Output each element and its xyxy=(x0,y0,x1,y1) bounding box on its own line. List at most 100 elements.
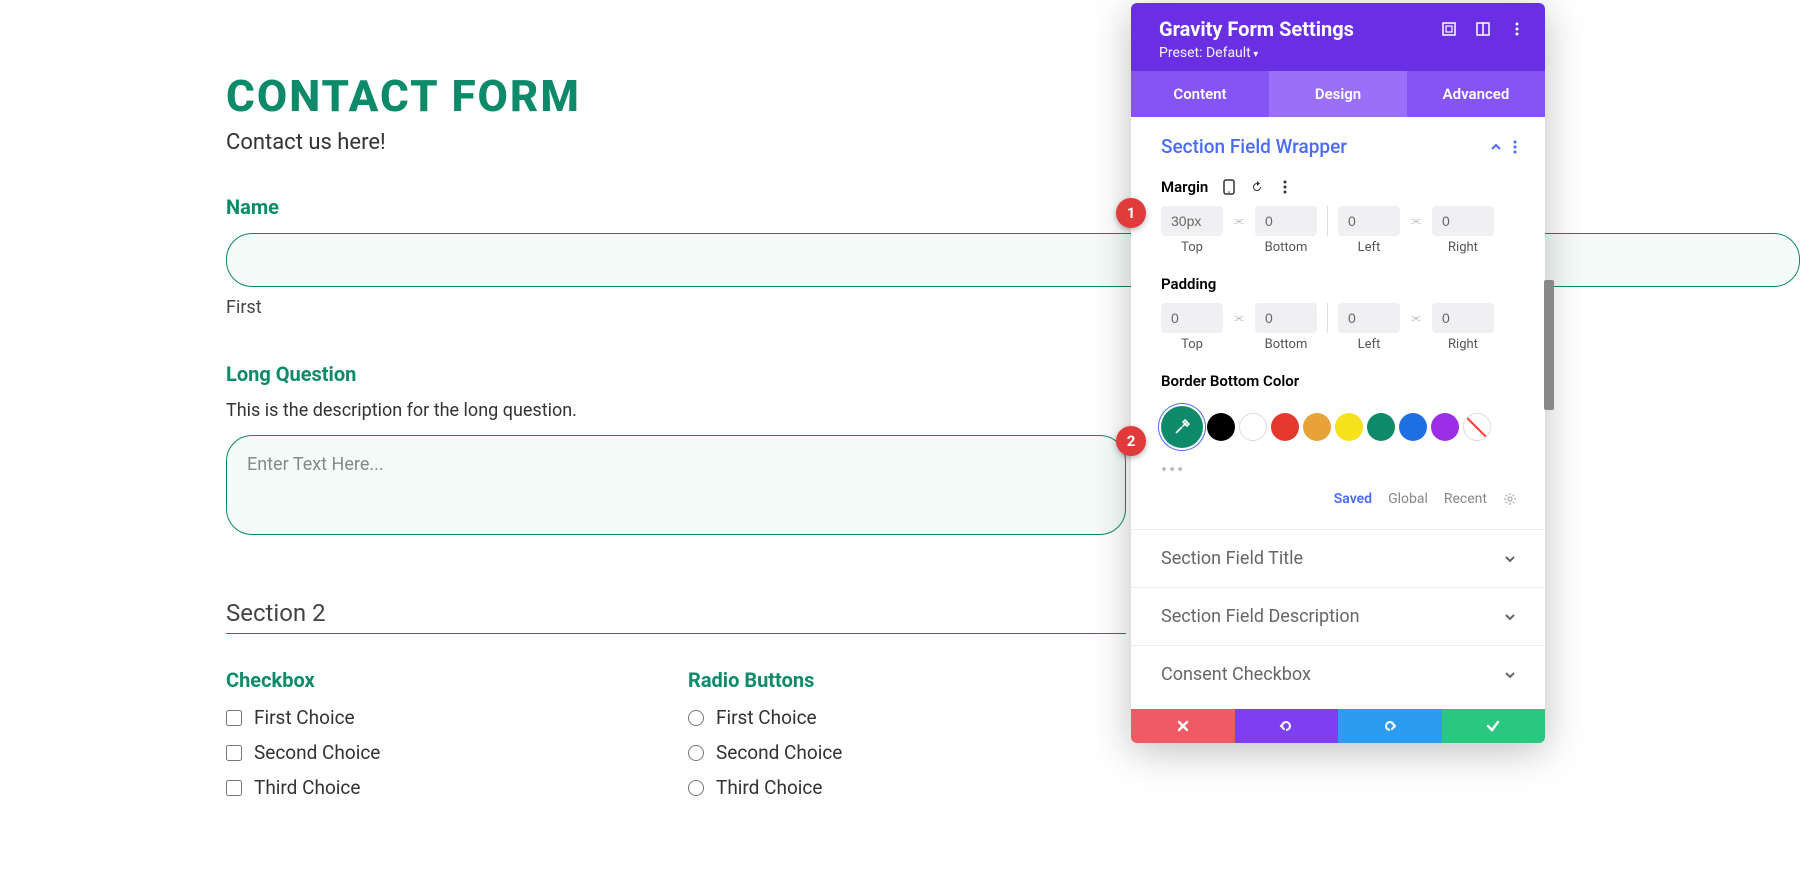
spacing-top-label: Top xyxy=(1161,337,1223,352)
checkbox-item[interactable]: Second Choice xyxy=(226,741,664,764)
color-swatch-none[interactable] xyxy=(1463,413,1491,441)
columns-icon[interactable] xyxy=(1475,21,1491,37)
checkbox-input[interactable] xyxy=(226,780,242,796)
long-question-description: This is the description for the long que… xyxy=(226,400,1800,421)
radio-input[interactable] xyxy=(688,780,704,796)
link-icon[interactable]: ⫘ xyxy=(1231,311,1247,325)
choice-text: Third Choice xyxy=(716,776,822,799)
color-tab-saved[interactable]: Saved xyxy=(1334,491,1372,507)
panel-body: Section Field Wrapper Margin ⫘ ⫘ xyxy=(1131,117,1545,709)
settings-panel: Gravity Form Settings Preset: Default Co… xyxy=(1131,3,1545,743)
long-question-label: Long Question xyxy=(226,362,1800,386)
border-bottom-color-label: Border Bottom Color xyxy=(1161,372,1517,390)
eyedropper-icon xyxy=(1173,418,1191,436)
radio-input[interactable] xyxy=(688,745,704,761)
name-field: Name First Last xyxy=(226,195,1800,318)
padding-top-input[interactable] xyxy=(1161,303,1223,333)
spacing-left-label: Left xyxy=(1338,240,1400,255)
color-swatch-row xyxy=(1161,406,1517,448)
link-icon[interactable]: ⫘ xyxy=(1231,214,1247,228)
more-icon[interactable] xyxy=(1513,140,1517,154)
link-icon[interactable]: ⫘ xyxy=(1408,311,1424,325)
color-tab-recent[interactable]: Recent xyxy=(1444,491,1487,507)
margin-left-input[interactable] xyxy=(1338,206,1400,236)
form-subtitle: Contact us here! xyxy=(226,130,1800,155)
margin-right-input[interactable] xyxy=(1432,206,1494,236)
checkbox-field: Checkbox First Choice Second Choice Thir… xyxy=(226,668,664,811)
padding-left-input[interactable] xyxy=(1338,303,1400,333)
color-swatch[interactable] xyxy=(1367,413,1395,441)
margin-inputs: ⫘ ⫘ xyxy=(1161,206,1517,236)
chevron-up-icon[interactable] xyxy=(1489,140,1503,154)
chevron-down-icon xyxy=(1503,610,1517,624)
checkbox-input[interactable] xyxy=(226,710,242,726)
long-question-textarea[interactable] xyxy=(226,435,1126,535)
spacing-right-label: Right xyxy=(1432,240,1494,255)
section-2-title: Section 2 xyxy=(226,599,1126,634)
padding-label: Padding xyxy=(1161,275,1517,293)
expand-icon[interactable] xyxy=(1441,21,1457,37)
tab-advanced[interactable]: Advanced xyxy=(1407,71,1545,117)
radio-item[interactable]: First Choice xyxy=(688,706,1126,729)
device-icon[interactable] xyxy=(1222,180,1236,194)
drag-handle[interactable] xyxy=(1544,280,1554,410)
reset-icon[interactable] xyxy=(1250,180,1264,194)
checkbox-item[interactable]: Third Choice xyxy=(226,776,664,799)
undo-icon xyxy=(1278,718,1294,734)
name-label: Name xyxy=(226,195,1800,219)
redo-button[interactable] xyxy=(1338,709,1442,743)
radio-label: Radio Buttons xyxy=(688,668,1126,692)
radio-item[interactable]: Second Choice xyxy=(688,741,1126,764)
undo-button[interactable] xyxy=(1235,709,1339,743)
section-open-title[interactable]: Section Field Wrapper xyxy=(1161,135,1347,158)
more-icon[interactable] xyxy=(1278,180,1292,194)
cancel-button[interactable] xyxy=(1131,709,1235,743)
color-swatch[interactable] xyxy=(1303,413,1331,441)
color-swatch[interactable] xyxy=(1207,413,1235,441)
choice-text: First Choice xyxy=(254,706,355,729)
padding-bottom-input[interactable] xyxy=(1255,303,1317,333)
color-more-icon[interactable]: ••• xyxy=(1161,460,1517,481)
margin-top-input[interactable] xyxy=(1161,206,1223,236)
form-title: CONTACT FORM xyxy=(226,70,1800,122)
redo-icon xyxy=(1382,718,1398,734)
color-swatch[interactable] xyxy=(1271,413,1299,441)
color-swatch[interactable] xyxy=(1431,413,1459,441)
section-field-title[interactable]: Section Field Title xyxy=(1131,529,1545,587)
choice-text: Second Choice xyxy=(716,741,842,764)
collapsed-title: Consent Checkbox xyxy=(1161,664,1311,685)
color-swatch[interactable] xyxy=(1335,413,1363,441)
gear-icon[interactable] xyxy=(1503,492,1517,506)
margin-label: Margin xyxy=(1161,178,1208,196)
save-button[interactable] xyxy=(1442,709,1546,743)
color-swatch[interactable] xyxy=(1399,413,1427,441)
spacing-left-label: Left xyxy=(1338,337,1400,352)
long-question-field: Long Question This is the description fo… xyxy=(226,362,1800,539)
padding-right-input[interactable] xyxy=(1432,303,1494,333)
checkbox-input[interactable] xyxy=(226,745,242,761)
color-tab-global[interactable]: Global xyxy=(1388,491,1428,507)
radio-input[interactable] xyxy=(688,710,704,726)
chevron-down-icon xyxy=(1503,552,1517,566)
collapsed-title: Section Field Title xyxy=(1161,548,1303,569)
choice-text: Second Choice xyxy=(254,741,380,764)
more-icon[interactable] xyxy=(1509,21,1525,37)
consent-checkbox[interactable]: Consent Checkbox xyxy=(1131,645,1545,703)
link-icon[interactable]: ⫘ xyxy=(1408,214,1424,228)
tab-design[interactable]: Design xyxy=(1269,71,1407,117)
panel-title: Gravity Form Settings xyxy=(1159,17,1354,41)
color-swatch[interactable] xyxy=(1239,413,1267,441)
tab-content[interactable]: Content xyxy=(1131,71,1269,117)
panel-tabs: Content Design Advanced xyxy=(1131,71,1545,117)
annotation-1: 1 xyxy=(1116,198,1146,228)
radio-item[interactable]: Third Choice xyxy=(688,776,1126,799)
radio-field: Radio Buttons First Choice Second Choice… xyxy=(688,668,1126,811)
checkbox-item[interactable]: First Choice xyxy=(226,706,664,729)
margin-bottom-input[interactable] xyxy=(1255,206,1317,236)
section-field-description[interactable]: Section Field Description xyxy=(1131,587,1545,645)
chevron-down-icon xyxy=(1503,668,1517,682)
preset-dropdown[interactable]: Preset: Default xyxy=(1159,45,1525,61)
panel-header: Gravity Form Settings Preset: Default xyxy=(1131,3,1545,71)
check-icon xyxy=(1485,718,1501,734)
color-swatch-active[interactable] xyxy=(1161,406,1203,448)
